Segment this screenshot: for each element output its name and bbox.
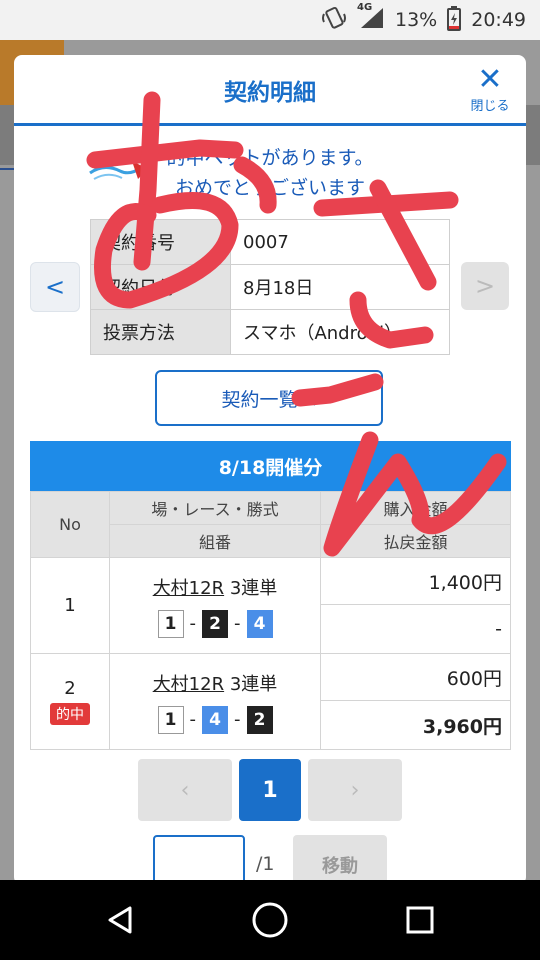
home-icon[interactable] <box>230 880 310 960</box>
chevron-left-icon: < <box>44 273 66 301</box>
signal-icon: 4G <box>357 2 385 35</box>
vibrate-icon <box>321 5 347 36</box>
combination: 1- 4- 2 <box>111 705 319 734</box>
hit-message-line1: 的中ベットがあります。 <box>166 147 374 169</box>
page-total: /1 <box>256 853 275 875</box>
table-row: 1 大村12R 3連単 1- 2- 4 1,400円 <box>30 557 511 654</box>
bet-amount: 1,400円 <box>320 557 511 605</box>
page-current[interactable]: 1 <box>239 759 301 821</box>
bet-race: 大村12R 3連単 <box>111 670 319 696</box>
status-bar: 4G 13% 20:49 <box>0 0 540 40</box>
race-link[interactable]: 大村12R <box>153 578 224 599</box>
combination: 1- 2- 4 <box>111 609 319 638</box>
bets-table: No 場・レース・勝式 購入金額 組番 払戻金額 1 大村12R 3連単 1- … <box>30 491 511 750</box>
info-row: 投票方法 スマホ（Android） <box>90 309 450 355</box>
info-value: 0007 <box>230 219 450 265</box>
info-key: 投票方法 <box>90 309 231 355</box>
hit-message-line2: おめでとうございます <box>174 177 365 199</box>
bet-type: 3連単 <box>229 577 278 599</box>
bet-race-cell: 大村12R 3連単 1- 4- 2 <box>109 653 321 750</box>
boat-number: 4 <box>246 609 273 638</box>
hit-message: 的中ベットがあります。 おめでとうございます <box>14 143 526 203</box>
modal-header: 契約明細 ✕ 閉じる <box>14 55 526 126</box>
info-value: 8月18日 <box>230 264 450 310</box>
page-prev-button[interactable]: ‹ <box>138 759 232 821</box>
page-number-input[interactable] <box>153 835 245 885</box>
modal-title: 契約明細 <box>224 80 316 106</box>
bet-amount: 600円 <box>320 653 511 701</box>
boat-number: 4 <box>202 705 228 734</box>
header-payout: 払戻金額 <box>320 524 511 558</box>
back-icon[interactable] <box>80 880 160 960</box>
info-row: 契約番号 0007 <box>90 219 450 265</box>
close-icon: ✕ <box>477 62 503 97</box>
info-row: 契約日付 8月18日 <box>90 264 450 310</box>
next-contract-button[interactable]: > <box>461 262 509 310</box>
race-link[interactable]: 大村12R <box>153 674 224 695</box>
info-key: 契約日付 <box>90 264 231 310</box>
bet-type: 3連単 <box>229 673 278 695</box>
header-no: No <box>30 491 110 558</box>
info-key: 契約番号 <box>90 219 231 265</box>
boat-number: 1 <box>157 609 184 638</box>
chevron-right-icon: > <box>474 272 496 300</box>
network-label: 4G <box>357 1 373 13</box>
clock: 20:49 <box>471 9 526 31</box>
page-next-button[interactable]: › <box>308 759 402 821</box>
contract-list-button[interactable]: 契約一覧へ <box>155 370 383 426</box>
bet-payout: 3,960円 <box>320 700 511 750</box>
table-row: 2 的中 大村12R 3連単 1- 4- 2 600円 <box>30 653 511 750</box>
bet-race: 大村12R 3連単 <box>111 574 319 600</box>
bet-payout: - <box>320 604 511 654</box>
bet-no: 1 <box>30 557 110 654</box>
prev-contract-button[interactable]: < <box>30 262 80 312</box>
move-button[interactable]: 移動 <box>293 835 387 885</box>
header-race: 場・レース・勝式 <box>109 491 321 525</box>
bet-race-cell: 大村12R 3連単 1- 2- 4 <box>109 557 321 654</box>
bet-no-cell: 2 的中 <box>30 653 110 750</box>
hit-badge: 的中 <box>50 703 90 725</box>
chevron-left-icon: ‹ <box>180 777 190 803</box>
close-label: 閉じる <box>470 99 510 114</box>
navigation-bar <box>0 880 540 960</box>
day-header: 8/18開催分 <box>30 441 511 491</box>
bet-no: 2 <box>64 678 76 699</box>
recents-icon[interactable] <box>380 880 460 960</box>
contract-detail-modal: 契約明細 ✕ 閉じる 的中ベットがあります。 おめでとうございます < > 契約… <box>14 55 526 885</box>
header-combo: 組番 <box>109 524 321 558</box>
boat-number: 2 <box>246 705 273 734</box>
close-button[interactable]: ✕ 閉じる <box>464 62 516 115</box>
boat-number: 1 <box>157 705 184 734</box>
info-value: スマホ（Android） <box>230 309 450 355</box>
boat-number: 2 <box>202 609 228 638</box>
battery-percent: 13% <box>395 9 438 31</box>
header-amount: 購入金額 <box>320 491 511 525</box>
contract-info-table: 契約番号 0007 契約日付 8月18日 投票方法 スマホ（Android） <box>90 219 450 355</box>
chevron-right-icon: › <box>350 777 360 803</box>
battery-icon <box>447 5 462 36</box>
